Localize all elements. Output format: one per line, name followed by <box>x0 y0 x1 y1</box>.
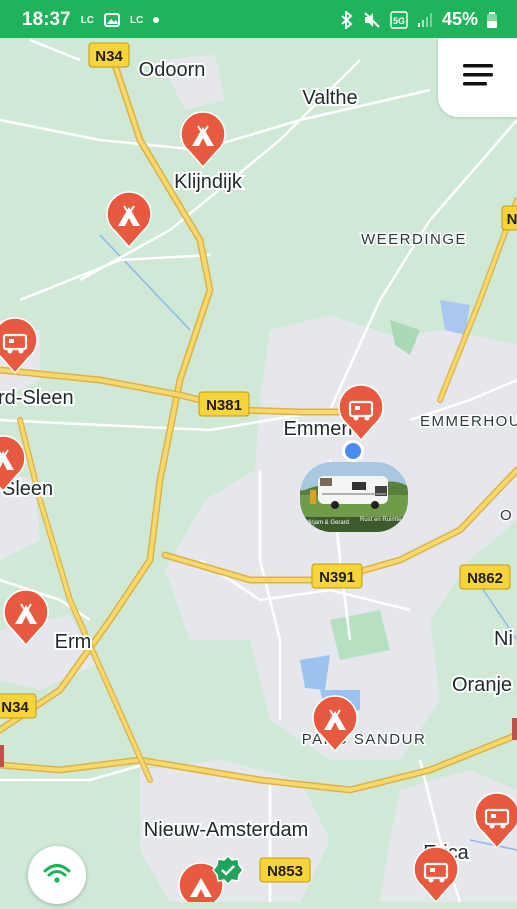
edge-marker <box>0 745 4 767</box>
notification-lc-icon-2: LC <box>129 14 144 26</box>
road-shield-n853: N853 <box>259 857 311 883</box>
place-label-odoorn: Odoorn <box>139 59 206 81</box>
svg-text:N: N <box>507 211 517 228</box>
svg-text:5G: 5G <box>393 16 405 26</box>
place-label-klijndijk: Klijndijk <box>174 171 243 193</box>
road-shield-n34-top: N34 <box>88 42 130 68</box>
status-right: 5G 45% <box>340 9 497 30</box>
svg-text:N853: N853 <box>267 863 303 880</box>
status-left: 18:37 LC LC <box>22 9 160 31</box>
map[interactable]: N34 N381 N391 N862 N34 N853 N Odoorn Val… <box>0 38 517 902</box>
wifi-icon <box>43 864 71 883</box>
battery-icon <box>487 11 497 28</box>
more-notifications-dot <box>153 17 160 23</box>
svg-text:N34: N34 <box>1 699 29 716</box>
water-body-2 <box>300 655 330 690</box>
district-label-partial: O <box>500 507 513 524</box>
road-shield-n34-left: N34 <box>0 693 37 719</box>
place-label-erm: Erm <box>55 631 92 653</box>
notification-lc-icon: LC <box>80 14 94 26</box>
place-label-oranje-partial: Oranje <box>452 674 512 696</box>
gallery-icon <box>103 13 120 27</box>
5g-icon: 5G <box>390 10 408 29</box>
edge-marker <box>512 718 517 740</box>
road-shield-n-right: N <box>501 205 517 231</box>
svg-text:N381: N381 <box>206 397 242 414</box>
hamburger-menu-icon <box>463 64 493 86</box>
verified-badge-icon <box>212 854 244 886</box>
place-label-emmen: Emmen <box>284 418 353 440</box>
camper-photo-thumbnail[interactable]: Mirjam & Gerard Rust en Ruimte <box>300 462 408 532</box>
bluetooth-icon <box>341 10 353 29</box>
road-shield-n862: N862 <box>459 564 511 590</box>
svg-text:Rust en Ruimte: Rust en Ruimte <box>360 517 402 523</box>
svg-text:N862: N862 <box>467 570 503 587</box>
district-label-weerdinge: WEERDINGE <box>361 231 467 248</box>
svg-text:N391: N391 <box>319 569 355 586</box>
battery-percent: 45% <box>441 9 478 29</box>
clock: 18:37 <box>22 9 71 30</box>
status-bar: 18:37 LC LC 5G 45% <box>0 0 517 38</box>
menu-button[interactable] <box>438 38 517 117</box>
current-location-dot <box>342 440 364 462</box>
road-shield-n381: N381 <box>198 391 250 417</box>
place-label-sleen-partial: rd-Sleen <box>0 387 74 409</box>
wifi-filter-button[interactable] <box>28 846 86 904</box>
district-label-emmerhout: EMMERHOU <box>420 413 517 430</box>
place-label-valthe: Valthe <box>302 87 357 109</box>
place-label-nieuw-amsterdam: Nieuw-Amsterdam <box>144 819 308 841</box>
svg-text:N34: N34 <box>95 48 123 65</box>
signal-icon <box>417 12 432 27</box>
road-shield-n391: N391 <box>311 563 363 589</box>
mute-icon <box>364 11 380 28</box>
place-label-ni-partial: Ni <box>494 628 513 650</box>
